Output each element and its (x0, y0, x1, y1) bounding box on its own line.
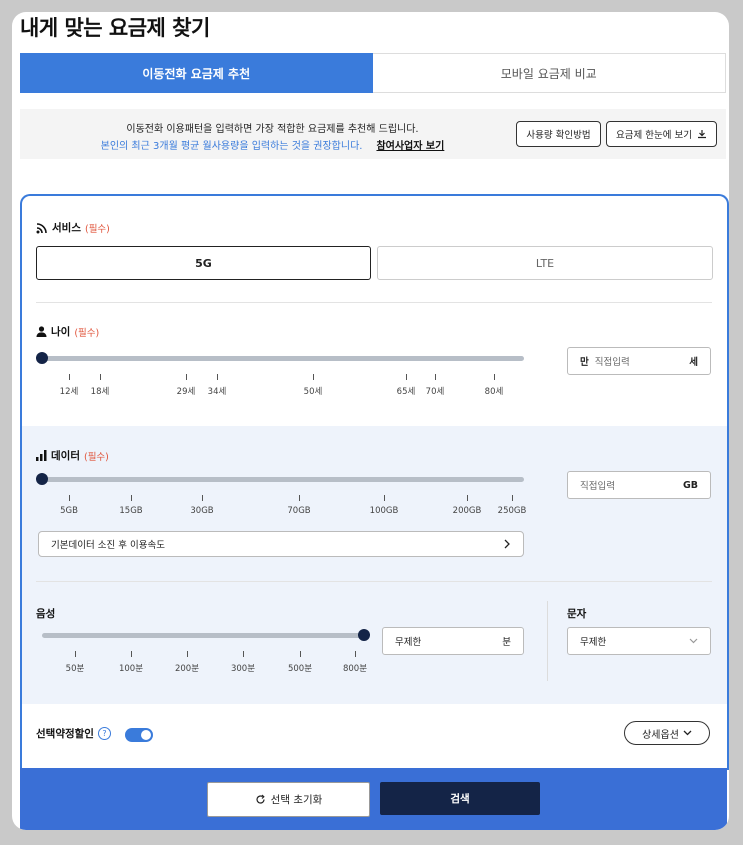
data-input-placeholder: 직접입력 (580, 481, 615, 492)
divider (36, 302, 712, 303)
download-icon (697, 130, 706, 139)
signal-icon (36, 222, 47, 233)
detail-options-button[interactable]: 상세옵션 (624, 721, 710, 745)
discount-toggle[interactable] (125, 728, 153, 742)
age-tick: 18세 (80, 374, 120, 397)
age-input[interactable]: 만 직접입력 세 (567, 347, 711, 375)
reset-button[interactable]: 선택 초기화 (207, 782, 370, 817)
voice-input-unit: 분 (502, 637, 511, 648)
tab-bar: 이동전화 요금제 추천 모바일 요금제 비교 (20, 53, 726, 93)
age-tick: 80세 (474, 374, 514, 397)
info-banner: 이동전화 이용패턴을 입력하면 가장 적합한 요금제를 추천해 드립니다. 본인… (20, 109, 726, 159)
data-input[interactable]: 직접입력 GB (567, 471, 711, 499)
sms-select[interactable]: 무제한 (567, 627, 711, 655)
column-divider (547, 601, 548, 681)
chevron-right-icon (504, 539, 510, 549)
service-label-text: 서비스 (52, 222, 81, 234)
data-speed-label: 기본데이터 소진 후 이용속도 (51, 540, 165, 551)
reset-button-label: 선택 초기화 (270, 794, 323, 806)
age-label-text: 나이 (51, 326, 71, 338)
service-label: 서비스 (필수) (36, 220, 110, 235)
age-tick: 34세 (197, 374, 237, 397)
chevron-down-icon (683, 730, 692, 736)
plan-finder-card: 내게 맞는 요금제 찾기 이동전화 요금제 추천 모바일 요금제 비교 이동전화… (12, 12, 729, 830)
info-line-2-text: 본인의 최근 3개월 평균 월사용량을 입력하는 것을 권장합니다. (100, 141, 363, 152)
voice-input[interactable]: 무제한 분 (382, 627, 524, 655)
detail-options-label: 상세옵션 (642, 729, 679, 741)
sms-label: 문자 (567, 608, 587, 620)
data-label-text: 데이터 (51, 450, 80, 462)
footer-bar: 선택 초기화 검색 (20, 768, 727, 830)
voice-tick: 200분 (167, 651, 207, 674)
service-option-lte[interactable]: LTE (377, 246, 713, 280)
age-input-unit: 세 (689, 357, 698, 368)
data-label: 데이터 (필수) (36, 448, 109, 463)
info-line-1: 이동전화 이용패턴을 입력하면 가장 적합한 요금제를 추천해 드립니다. (126, 124, 419, 135)
person-icon (36, 326, 47, 337)
service-required: (필수) (84, 223, 110, 235)
age-input-placeholder: 직접입력 (594, 357, 630, 368)
divider (36, 581, 712, 582)
help-icon[interactable]: ? (97, 727, 111, 740)
voice-tick: 300분 (223, 651, 263, 674)
age-tick: 50세 (293, 374, 333, 397)
provider-link[interactable]: 참여사업자 보기 (376, 141, 444, 152)
voice-tick: 800분 (335, 651, 375, 674)
voice-slider-handle[interactable] (358, 629, 370, 641)
voice-tick: 50분 (55, 651, 95, 674)
tab-mobile-compare[interactable]: 모바일 요금제 비교 (372, 53, 726, 93)
search-form: 서비스 (필수) 5G LTE 나이 (필수) 12세 18세 29세 34세 50… (20, 194, 729, 770)
data-slider-track[interactable] (40, 477, 524, 482)
page-title: 내게 맞는 요금제 찾기 (20, 16, 210, 40)
overview-button-label: 요금제 한눈에 보기 (616, 130, 692, 141)
voice-tick: 500분 (280, 651, 320, 674)
discount-label-text: 선택약정할인 (36, 728, 94, 740)
data-input-unit: GB (682, 479, 698, 491)
age-slider-handle[interactable] (36, 352, 48, 364)
tab-mobile-recommend[interactable]: 이동전화 요금제 추천 (20, 53, 373, 93)
chevron-down-icon (689, 638, 698, 644)
voice-slider-track[interactable] (42, 633, 364, 638)
sms-select-value: 무제한 (580, 637, 607, 648)
search-button[interactable]: 검색 (380, 782, 540, 815)
data-tick: 15GB (111, 495, 151, 516)
age-required: (필수) (74, 327, 100, 339)
overview-button[interactable]: 요금제 한눈에 보기 (606, 121, 717, 147)
usage-check-button[interactable]: 사용량 확인방법 (516, 121, 601, 147)
voice-label: 음성 (36, 608, 56, 620)
data-speed-select[interactable]: 기본데이터 소진 후 이용속도 (38, 531, 524, 557)
refresh-icon (256, 794, 265, 804)
data-required: (필수) (83, 451, 109, 463)
data-tick: 70GB (279, 495, 319, 516)
data-tick: 30GB (182, 495, 222, 516)
age-label: 나이 (필수) (36, 324, 99, 339)
voice-tick: 100분 (111, 651, 151, 674)
age-tick: 70세 (415, 374, 455, 397)
data-tick: 5GB (49, 495, 89, 516)
data-slider-handle[interactable] (36, 473, 48, 485)
voice-input-value: 무제한 (395, 637, 422, 648)
discount-label: 선택약정할인 ? (36, 726, 111, 741)
bars-icon (36, 450, 47, 461)
data-tick: 100GB (364, 495, 404, 516)
data-tick: 250GB (492, 495, 532, 516)
data-tick: 200GB (447, 495, 487, 516)
age-input-prefix: 만 (580, 357, 589, 368)
service-option-5g[interactable]: 5G (36, 246, 371, 280)
info-line-2: 본인의 최근 3개월 평균 월사용량을 입력하는 것을 권장합니다. 참여사업자 … (20, 137, 525, 152)
age-slider-track[interactable] (40, 356, 524, 361)
